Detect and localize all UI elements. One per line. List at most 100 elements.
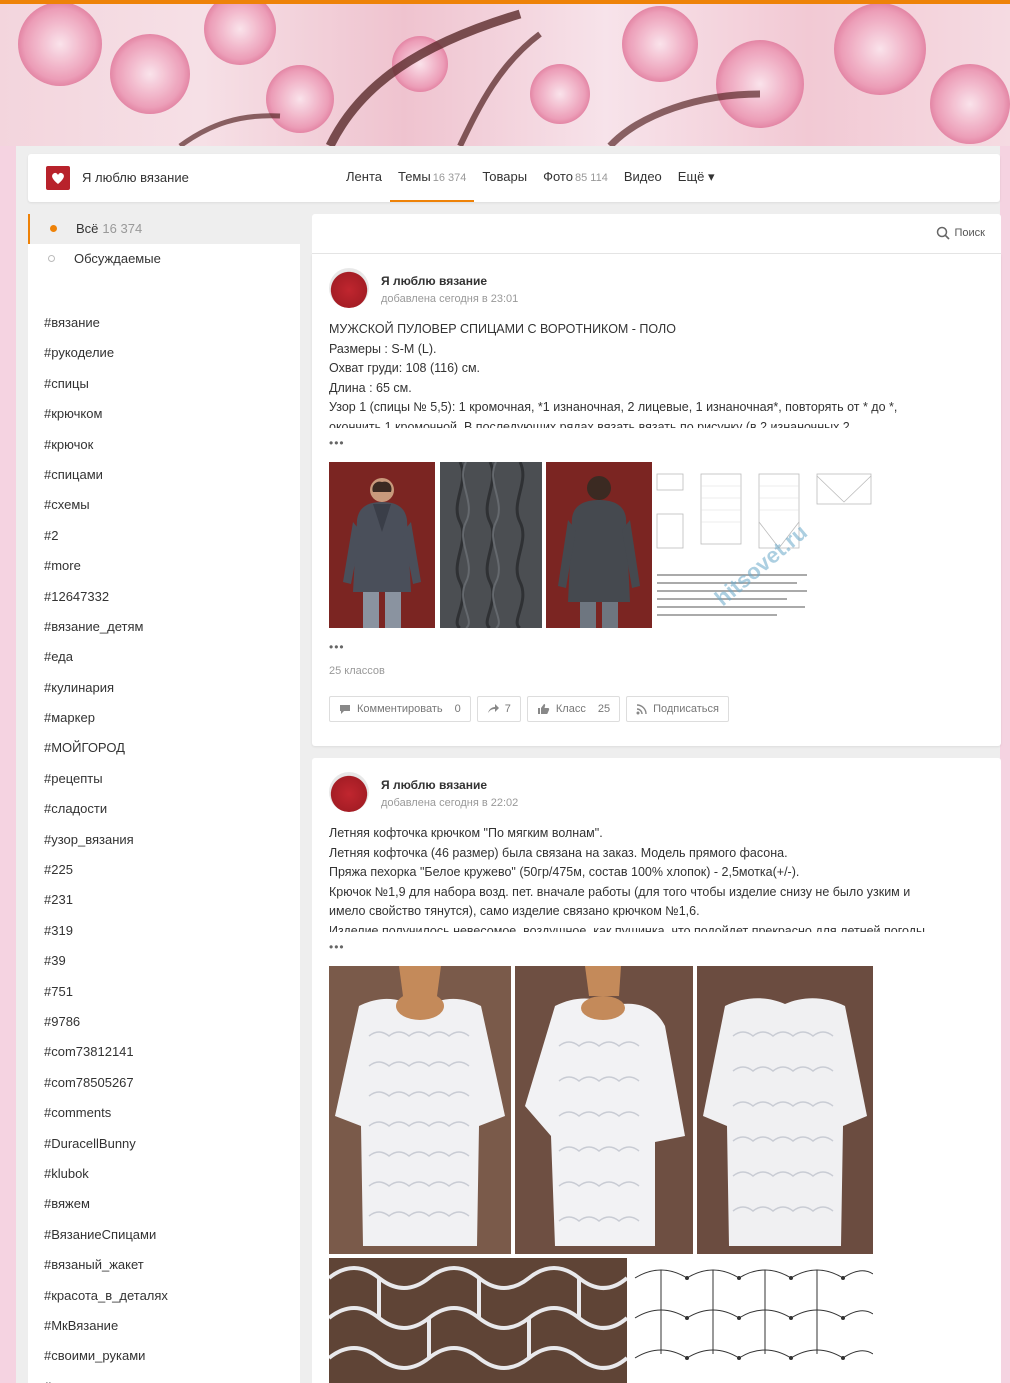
tab-video[interactable]: Видео (616, 154, 670, 202)
subscribe-button[interactable]: Подписаться (626, 696, 729, 722)
hashtag-link[interactable]: #319 (44, 916, 168, 946)
hashtag-link[interactable]: #751 (44, 977, 168, 1007)
hashtag-link[interactable]: #DuracellBunny (44, 1129, 168, 1159)
group-header: Я люблю вязание Лента Темы 16 374 Товары … (28, 154, 1000, 202)
share-button[interactable]: 7 (476, 696, 521, 722)
post-author-avatar[interactable] (329, 268, 369, 308)
photo-cable-pattern[interactable] (440, 462, 542, 628)
knitting-chart-image: hitsovet.ru (655, 462, 873, 628)
comment-label: Комментировать (357, 703, 443, 715)
hashtag-link[interactable]: #ВязаниеСпицами (44, 1220, 168, 1250)
photo-crochet-chart[interactable] (631, 1258, 873, 1383)
hashtag-link[interactable]: #красота_в_деталях (44, 1281, 168, 1311)
post-line: Изделие получилось невесомое, воздушное,… (329, 923, 929, 933)
crochet-chart-image (631, 1258, 873, 1383)
hashtag-link[interactable]: #маркер (44, 703, 168, 733)
filter-discussed[interactable]: Обсуждаемые (28, 244, 300, 274)
photo-lace-closeup[interactable] (329, 1258, 627, 1383)
blouse-back-image (697, 966, 873, 1254)
hashtag-link[interactable]: #9786 (44, 1007, 168, 1037)
klass-button[interactable]: Класс 25 (526, 696, 621, 722)
post-body[interactable]: МУЖСКОЙ ПУЛОВЕР СПИЦАМИ С ВОРОТНИКОМ - П… (329, 320, 989, 428)
post-actions: Комментировать 0 7 Класс 25 Подписаться (329, 696, 729, 722)
post-likes-count[interactable]: 25 классов (329, 665, 385, 677)
post-line: Летняя кофточка крючком "По мягким волна… (329, 826, 603, 840)
post-date: добавлена сегодня в 23:01 (381, 293, 519, 305)
post-line: МУЖСКОЙ ПУЛОВЕР СПИЦАМИ С ВОРОТНИКОМ - П… (329, 322, 676, 336)
hashtag-link[interactable]: #com73812141 (44, 1037, 168, 1067)
tab-products[interactable]: Товары (474, 154, 535, 202)
photo-sweater-back[interactable] (546, 462, 652, 628)
hashtag-link[interactable]: #творчество (44, 1372, 168, 1383)
group-logo[interactable] (46, 166, 70, 190)
hashtag-link[interactable]: #вязание_детям (44, 612, 168, 642)
hashtag-link[interactable]: #39 (44, 946, 168, 976)
post-body[interactable]: Летняя кофточка крючком "По мягким волна… (329, 824, 989, 932)
post-line: Летняя кофточка (46 размер) была связана… (329, 845, 788, 860)
hashtag-link[interactable]: #klubok (44, 1159, 168, 1189)
tab-topics[interactable]: Темы 16 374 (389, 154, 475, 202)
share-arrow-icon (487, 704, 499, 713)
rss-icon (636, 703, 647, 714)
comment-count: 0 (454, 703, 461, 715)
tab-photos-count: 85 114 (574, 172, 608, 184)
hashtag-link[interactable]: #231 (44, 885, 168, 915)
hashtag-link[interactable]: #рукоделие (44, 338, 168, 368)
topics-toolbar: Поиск (312, 214, 1001, 254)
post-expand-dots[interactable]: ••• (329, 640, 345, 654)
photo-blouse-back[interactable] (697, 966, 873, 1254)
blouse-side-image (515, 966, 693, 1254)
photo-blouse-side[interactable] (515, 966, 693, 1254)
post-author-name[interactable]: Я люблю вязание (381, 274, 487, 288)
group-logo-heart-icon (52, 172, 64, 184)
hashtag-link[interactable]: #спицы (44, 369, 168, 399)
hashtag-link[interactable]: #вяжем (44, 1189, 168, 1219)
subscribe-label: Подписаться (653, 703, 719, 715)
hashtag-link[interactable]: #12647332 (44, 582, 168, 612)
filter-radio-dot-icon (48, 255, 55, 262)
hashtag-link[interactable]: #узор_вязания (44, 825, 168, 855)
search-button[interactable]: Поиск (936, 226, 985, 240)
tab-more[interactable]: Ещё ▾ (670, 154, 723, 202)
topics-sidebar: Всё 16 374 Обсуждаемые #вязание #рукоделие… (28, 214, 300, 1383)
comment-icon (340, 704, 350, 714)
hashtag-link[interactable]: #com78505267 (44, 1068, 168, 1098)
group-name[interactable]: Я люблю вязание (82, 170, 189, 185)
klass-label: Класс (555, 703, 586, 715)
hashtag-link[interactable]: #схемы (44, 490, 168, 520)
hashtag-link[interactable]: #крючком (44, 399, 168, 429)
photo-blouse-front[interactable] (329, 966, 511, 1254)
tab-topics-label: Темы (397, 169, 431, 184)
hashtag-link[interactable]: #more (44, 551, 168, 581)
hashtag-link[interactable]: #МкВязание (44, 1311, 168, 1341)
post-expand-dots[interactable]: ••• (329, 436, 345, 450)
hashtag-link[interactable]: #сладости (44, 794, 168, 824)
hashtag-link[interactable]: #крючок (44, 430, 168, 460)
tab-more-label: Ещё ▾ (677, 169, 715, 184)
tab-feed[interactable]: Лента (338, 154, 390, 202)
hashtag-link[interactable]: #своими_руками (44, 1341, 168, 1371)
tab-photos[interactable]: Фото 85 114 (535, 154, 616, 202)
filter-discussed-label: Обсуждаемые (74, 251, 161, 266)
hashtag-link[interactable]: #вязание (44, 308, 168, 338)
filter-all[interactable]: Всё 16 374 (28, 214, 300, 244)
hashtag-link[interactable]: #еда (44, 642, 168, 672)
post-author-name[interactable]: Я люблю вязание (381, 778, 487, 792)
post-author-avatar[interactable] (329, 772, 369, 812)
post-expand-dots[interactable]: ••• (329, 940, 345, 954)
hashtag-link[interactable]: #спицами (44, 460, 168, 490)
post-line: Размеры : S-M (L). (329, 341, 437, 356)
hashtag-link[interactable]: #225 (44, 855, 168, 885)
hashtag-link[interactable]: #МОЙГОРОД (44, 733, 168, 763)
comment-button[interactable]: Комментировать 0 (329, 696, 471, 722)
photo-knitting-chart[interactable]: hitsovet.ru (655, 462, 873, 628)
klass-count: 25 (597, 703, 611, 715)
post-line: Пряжа пехорка "Белое кружево" (50гр/475м… (329, 865, 800, 879)
photo-sweater-front[interactable] (329, 462, 435, 628)
hashtag-link[interactable]: #comments (44, 1098, 168, 1128)
hashtag-link[interactable]: #кулинария (44, 673, 168, 703)
hashtag-link[interactable]: #2 (44, 521, 168, 551)
group-nav: Лента Темы 16 374 Товары Фото 85 114 Видео… (338, 154, 723, 202)
hashtag-link[interactable]: #вязаный_жакет (44, 1250, 168, 1280)
hashtag-link[interactable]: #рецепты (44, 764, 168, 794)
